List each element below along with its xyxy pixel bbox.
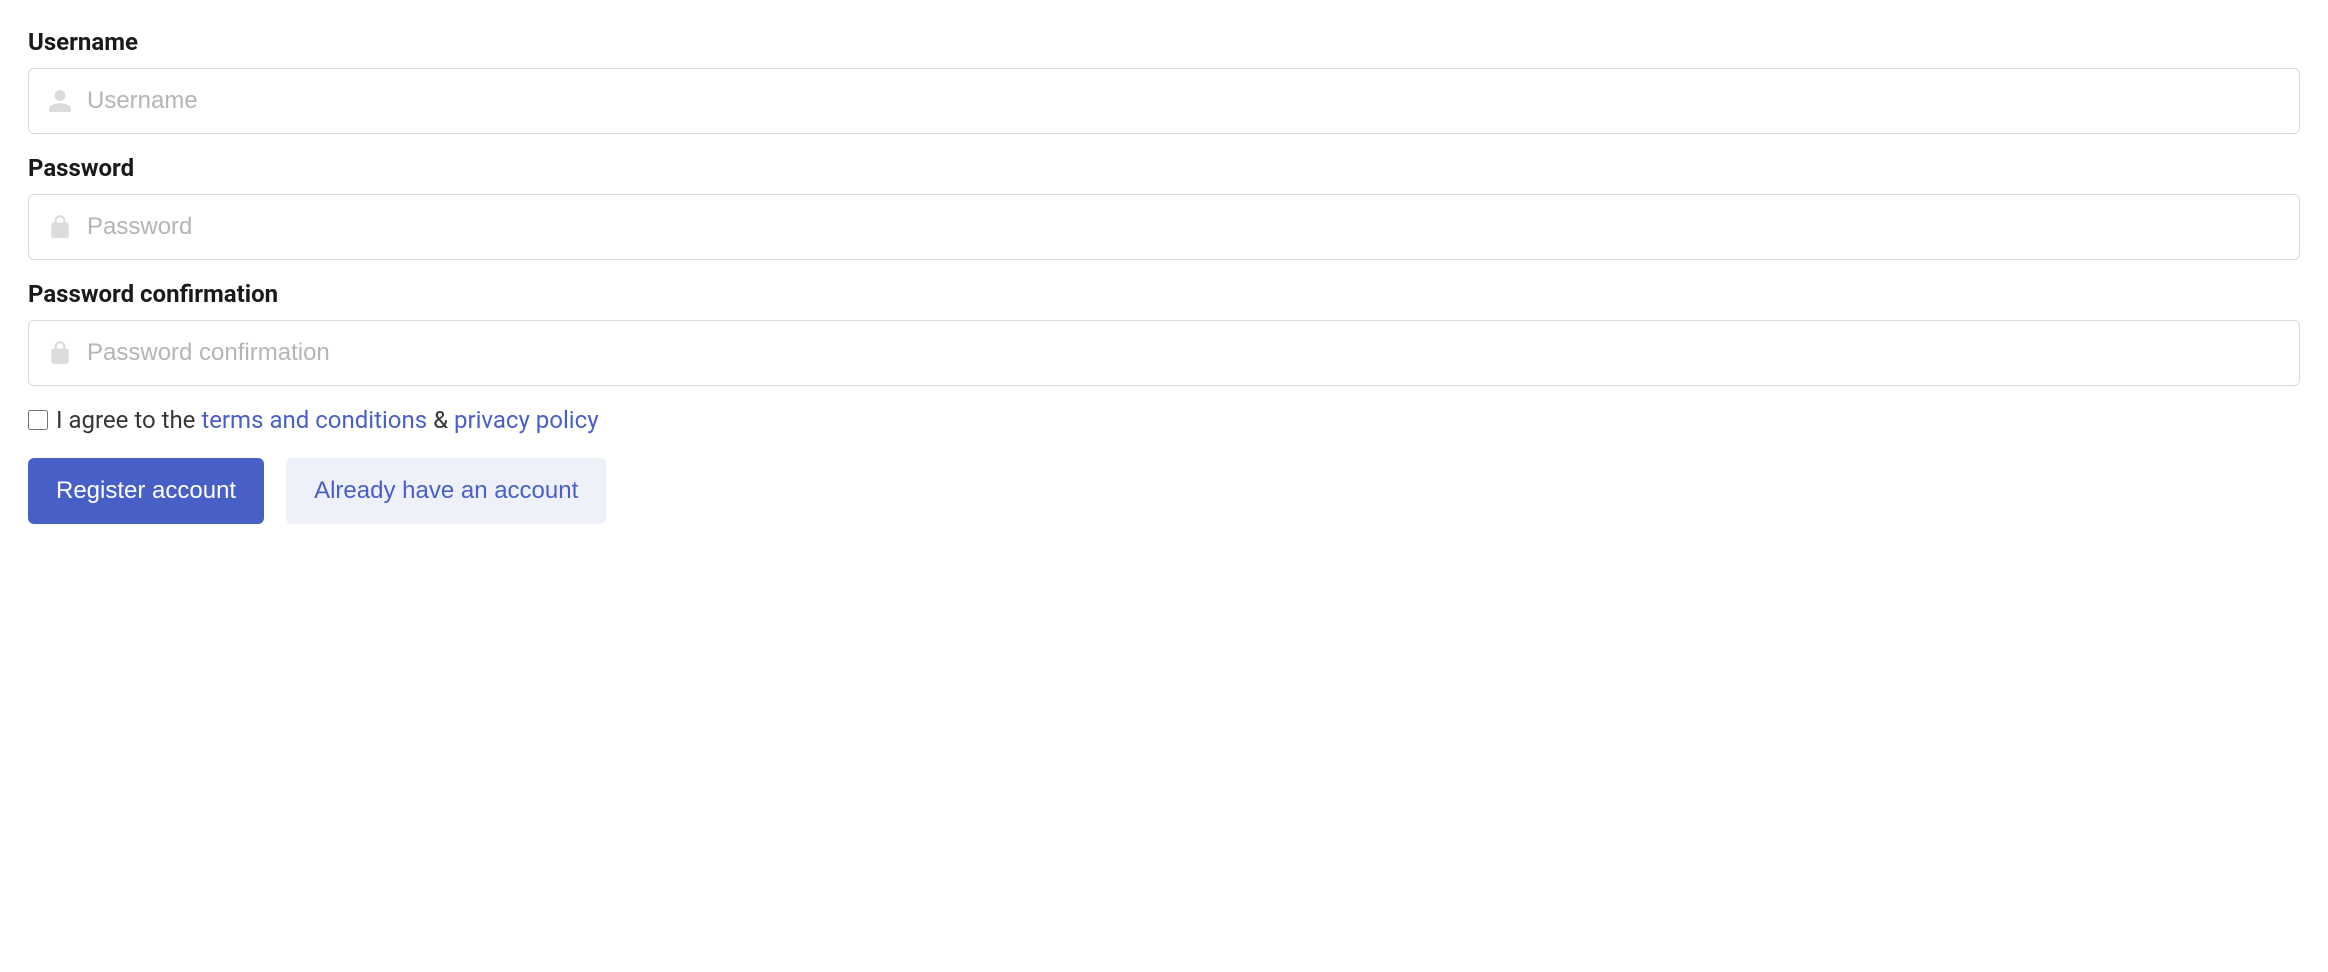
terms-link[interactable]: terms and conditions bbox=[201, 406, 427, 434]
agree-prefix: I agree to the bbox=[56, 406, 201, 434]
username-label: Username bbox=[28, 28, 2300, 56]
agree-separator: & bbox=[427, 406, 454, 434]
username-input[interactable] bbox=[87, 69, 2281, 133]
password-confirmation-input-wrapper bbox=[28, 320, 2300, 386]
lock-icon bbox=[47, 214, 73, 240]
password-confirmation-label: Password confirmation bbox=[28, 280, 2300, 308]
user-icon bbox=[47, 88, 73, 114]
register-form: Username Password Password confirmation bbox=[28, 28, 2300, 524]
agree-text: I agree to the terms and conditions & pr… bbox=[56, 406, 599, 434]
password-label: Password bbox=[28, 154, 2300, 182]
password-input-wrapper bbox=[28, 194, 2300, 260]
username-input-wrapper bbox=[28, 68, 2300, 134]
button-row: Register account Already have an account bbox=[28, 458, 2300, 524]
privacy-link[interactable]: privacy policy bbox=[454, 406, 599, 434]
register-button[interactable]: Register account bbox=[28, 458, 264, 524]
lock-icon bbox=[47, 340, 73, 366]
agree-row: I agree to the terms and conditions & pr… bbox=[28, 406, 2300, 434]
username-group: Username bbox=[28, 28, 2300, 134]
agree-checkbox[interactable] bbox=[28, 410, 48, 430]
password-confirmation-input[interactable] bbox=[87, 321, 2281, 385]
password-group: Password bbox=[28, 154, 2300, 260]
already-have-account-button[interactable]: Already have an account bbox=[286, 458, 606, 524]
password-input[interactable] bbox=[87, 195, 2281, 259]
password-confirmation-group: Password confirmation bbox=[28, 280, 2300, 386]
